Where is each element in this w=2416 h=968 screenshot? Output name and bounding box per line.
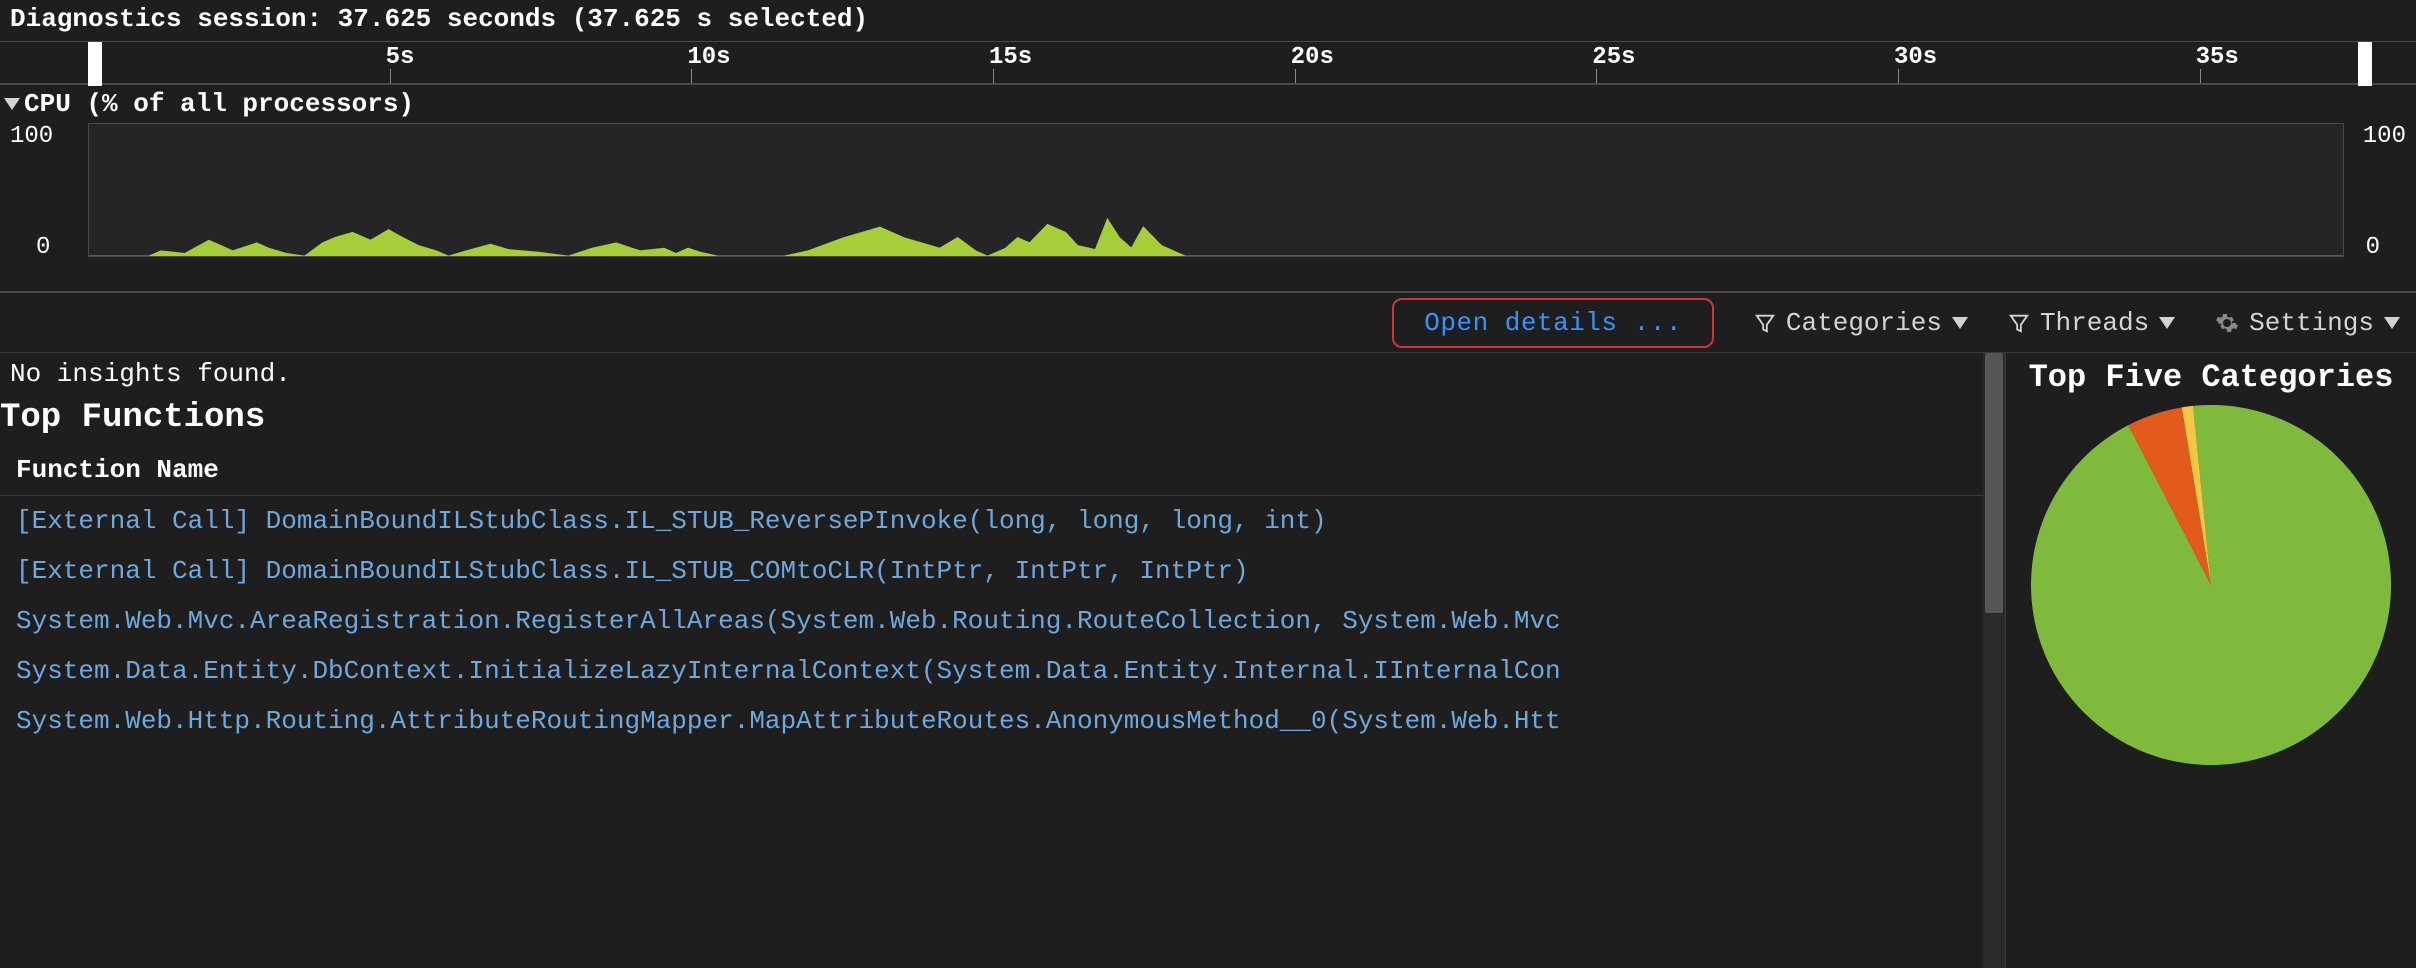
session-header: Diagnostics session: 37.625 seconds (37.… xyxy=(0,0,2416,41)
ruler-tick xyxy=(1596,69,1597,83)
cpu-y-max-left: 100 xyxy=(10,123,53,150)
timeline-ruler[interactable]: 5s 10s 15s 20s 25s 30s 35s xyxy=(0,41,2416,85)
function-row[interactable]: [External Call] DomainBoundILStubClass.I… xyxy=(0,546,2005,596)
filter-icon xyxy=(1754,312,1776,334)
ruler-tick xyxy=(691,69,692,83)
cpu-lane-title: CPU (% of all processors) xyxy=(24,89,414,119)
scrollbar-thumb[interactable] xyxy=(1985,353,2003,613)
settings-dropdown[interactable]: Settings xyxy=(2215,308,2400,338)
chevron-down-icon xyxy=(1952,317,1968,329)
settings-label: Settings xyxy=(2249,308,2374,338)
functions-pane: No insights found. Top Functions Functio… xyxy=(0,353,2006,968)
chevron-down-icon xyxy=(4,98,20,110)
vertical-scrollbar[interactable] xyxy=(1983,353,2005,968)
function-row[interactable]: [External Call] DomainBoundILStubClass.I… xyxy=(0,496,2005,546)
top-functions-title: Top Functions xyxy=(0,395,2005,447)
cpu-y-min-left: 0 xyxy=(36,234,50,261)
function-row[interactable]: System.Data.Entity.DbContext.InitializeL… xyxy=(0,646,2005,696)
cpu-plot-area[interactable] xyxy=(88,123,2344,257)
gear-icon xyxy=(2215,311,2239,335)
threads-label: Threads xyxy=(2040,308,2149,338)
ruler-tick-label: 10s xyxy=(687,44,730,71)
selection-handle-right[interactable] xyxy=(2358,42,2372,86)
filter-icon xyxy=(2008,312,2030,334)
insights-text: No insights found. xyxy=(0,353,2005,395)
categories-pie-chart[interactable] xyxy=(2031,405,2391,765)
ruler-tick-label: 15s xyxy=(989,44,1032,71)
threads-dropdown[interactable]: Threads xyxy=(2008,308,2175,338)
categories-pane: Top Five Categories xyxy=(2006,353,2416,968)
ruler-tick xyxy=(1295,69,1296,83)
chevron-down-icon xyxy=(2384,317,2400,329)
cpu-y-min-right: 0 xyxy=(2366,234,2380,261)
ruler-tick-label: 35s xyxy=(2196,44,2239,71)
function-name-column-header[interactable]: Function Name xyxy=(0,447,2005,496)
cpu-lane-header[interactable]: CPU (% of all processors) xyxy=(0,85,2416,123)
ruler-tick xyxy=(993,69,994,83)
ruler-tick-label: 25s xyxy=(1592,44,1635,71)
toolbar: Open details ... Categories Threads Sett… xyxy=(0,293,2416,353)
ruler-tick-label: 20s xyxy=(1291,44,1334,71)
cpu-y-max-right: 100 xyxy=(2363,123,2406,150)
ruler-tick-label: 30s xyxy=(1894,44,1937,71)
open-details-link[interactable]: Open details ... xyxy=(1392,298,1714,348)
ruler-tick xyxy=(1898,69,1899,83)
ruler-tick xyxy=(2200,69,2201,83)
cpu-chart[interactable]: 100 0 100 0 xyxy=(0,123,2416,293)
function-row[interactable]: System.Web.Http.Routing.AttributeRouting… xyxy=(0,696,2005,746)
ruler-tick xyxy=(390,69,391,83)
function-row[interactable]: System.Web.Mvc.AreaRegistration.Register… xyxy=(0,596,2005,646)
categories-title: Top Five Categories xyxy=(2029,359,2394,397)
categories-label: Categories xyxy=(1786,308,1942,338)
categories-dropdown[interactable]: Categories xyxy=(1754,308,1968,338)
selection-handle-left[interactable] xyxy=(88,42,102,86)
ruler-tick-label: 5s xyxy=(386,44,415,71)
chevron-down-icon xyxy=(2159,317,2175,329)
